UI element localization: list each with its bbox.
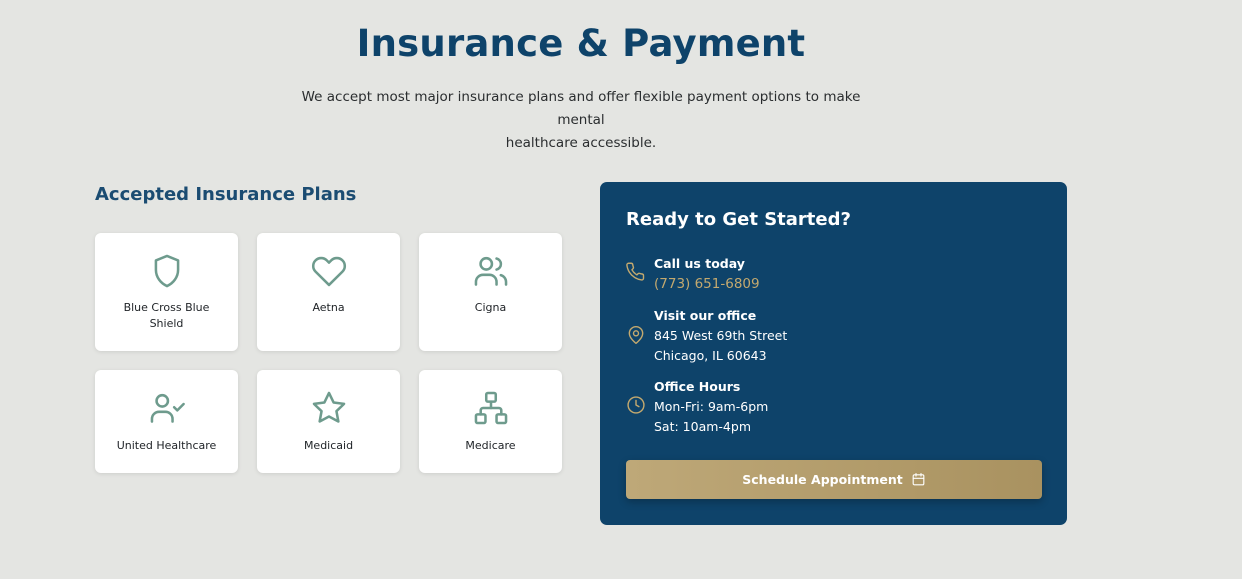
get-started-panel: Ready to Get Started? Call us today (773… xyxy=(600,182,1067,525)
hours-saturday: Sat: 10am-4pm xyxy=(654,419,751,434)
phone-icon xyxy=(626,262,645,281)
subtitle-line-2: healthcare accessible. xyxy=(505,135,657,151)
insurance-card-label: Medicare xyxy=(465,439,516,452)
star-icon xyxy=(312,391,345,423)
insurance-card-aetna: Aetna xyxy=(257,233,400,351)
clock-icon xyxy=(627,396,645,414)
insurance-card-label: Aetna xyxy=(312,301,345,314)
network-icon xyxy=(474,391,507,425)
office-label: Visit our office xyxy=(654,308,757,323)
phone-link[interactable]: (773) 651-6809 xyxy=(654,274,954,294)
insurance-card-medicare: Medicare xyxy=(419,370,562,473)
shield-icon xyxy=(154,254,179,288)
users-icon xyxy=(474,256,507,286)
section-title: Insurance & Payment xyxy=(356,22,806,65)
panel-title: Ready to Get Started? xyxy=(626,209,851,230)
section-subtitle: We accept most major insurance plans and… xyxy=(281,86,881,155)
schedule-appointment-label: Schedule Appointment xyxy=(742,472,903,487)
insurance-card-cigna: Cigna xyxy=(419,233,562,351)
call-label: Call us today xyxy=(654,256,745,271)
heart-icon xyxy=(311,256,346,287)
insurance-card-label: United Healthcare xyxy=(116,439,217,452)
insurance-card-medicaid: Medicaid xyxy=(257,370,400,473)
plans-heading: Accepted Insurance Plans xyxy=(95,184,357,205)
insurance-card-label: Blue Cross Blue Shield xyxy=(123,301,210,330)
hours-label: Office Hours xyxy=(654,379,741,394)
user-check-icon xyxy=(150,393,185,423)
map-pin-icon xyxy=(628,325,644,345)
office-address-line-2: Chicago, IL 60643 xyxy=(654,348,767,363)
insurance-card-label: Medicaid xyxy=(303,439,354,452)
insurance-card-label: Cigna xyxy=(474,301,507,314)
subtitle-line-1: We accept most major insurance plans and… xyxy=(301,89,861,128)
office-address-line-1: 845 West 69th Street xyxy=(654,328,788,343)
insurance-card-united-healthcare: United Healthcare xyxy=(95,370,238,473)
hours-weekday: Mon-Fri: 9am-6pm xyxy=(654,399,769,414)
calendar-icon xyxy=(912,473,925,486)
insurance-card-blue-cross: Blue Cross Blue Shield xyxy=(95,233,238,351)
schedule-appointment-button[interactable]: Schedule Appointment xyxy=(626,460,1042,499)
